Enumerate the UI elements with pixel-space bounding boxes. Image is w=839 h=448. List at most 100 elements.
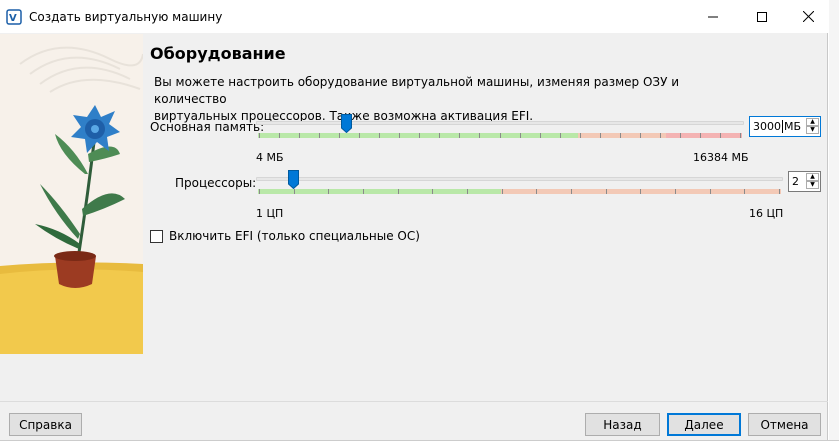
cpu-spin-buttons: ▲ ▼ — [806, 173, 819, 190]
memory-slider-tick — [359, 133, 360, 138]
memory-slider-tick — [439, 133, 440, 138]
back-button-label: Назад — [603, 417, 642, 432]
memory-slider-tick — [459, 133, 460, 138]
memory-slider-tick — [740, 133, 741, 138]
close-button[interactable] — [785, 0, 831, 33]
memory-slider-tick — [500, 133, 501, 138]
cpu-min-label: 1 ЦП — [256, 207, 284, 220]
memory-zone-bad — [666, 133, 742, 138]
cpu-slider-thumb[interactable] — [288, 170, 299, 189]
memory-slider-tick — [560, 133, 561, 138]
wizard-illustration — [0, 34, 143, 354]
memory-slider-tick — [600, 133, 601, 138]
memory-slider-tick — [259, 133, 260, 138]
cpu-slider-tick — [640, 189, 641, 194]
memory-slider-tick — [520, 133, 521, 138]
cancel-button-label: Отмена — [760, 417, 809, 432]
cpu-slider-tick — [744, 189, 745, 194]
memory-slider-tick — [279, 133, 280, 138]
efi-checkbox[interactable] — [150, 229, 163, 243]
cpu-slider-tick — [502, 189, 503, 194]
memory-slider-tick — [339, 133, 340, 138]
memory-slider-tick — [299, 133, 300, 138]
description-line-1: Вы можете настроить оборудование виртуал… — [154, 75, 680, 106]
footer-separator — [0, 401, 828, 402]
cpu-spinbox[interactable]: 2 ▲ ▼ — [788, 171, 821, 192]
close-icon — [802, 11, 814, 22]
cpu-slider-tick — [710, 189, 711, 194]
cpu-decrease-button[interactable]: ▼ — [806, 181, 819, 189]
memory-value-text[interactable]: 3000 МБ — [753, 120, 801, 133]
memory-slider-tick — [419, 133, 420, 138]
maximize-icon — [757, 11, 767, 22]
next-button[interactable]: Далее — [667, 413, 741, 436]
cpu-zone-warn — [501, 189, 781, 194]
back-button[interactable]: Назад — [585, 413, 660, 436]
memory-label: Основная память: — [150, 120, 265, 134]
memory-slider-tick — [479, 133, 480, 138]
memory-slider-tick — [540, 133, 541, 138]
cpu-slider-tick — [467, 189, 468, 194]
memory-slider-tick — [720, 133, 721, 138]
cpu-slider-tick — [536, 189, 537, 194]
memory-zone-warn — [578, 133, 666, 138]
title-bar: V Создать виртуальную машину — [0, 0, 828, 33]
efi-label[interactable]: Включить EFI (только специальные ОС) — [169, 229, 420, 243]
memory-spin-buttons: ▲ ▼ — [806, 118, 819, 135]
memory-slider-thumb[interactable] — [341, 114, 352, 133]
page-description: Вы можете настроить оборудование виртуал… — [154, 74, 754, 125]
cpu-slider-tick — [328, 189, 329, 194]
memory-slider-tick — [399, 133, 400, 138]
page-heading: Оборудование — [150, 44, 286, 63]
wizard-window: V Создать виртуальную машину Оборудовани… — [0, 0, 828, 448]
virtualbox-icon: V — [6, 8, 22, 25]
memory-slider-tick — [660, 133, 661, 138]
next-button-label: Далее — [684, 417, 724, 432]
maximize-button[interactable] — [739, 0, 785, 33]
cpu-label: Процессоры: — [175, 176, 257, 190]
cpu-increase-button[interactable]: ▲ — [806, 173, 819, 181]
minimize-button[interactable] — [690, 0, 736, 33]
help-button[interactable]: Справка — [9, 413, 82, 436]
memory-slider-tick — [580, 133, 581, 138]
memory-slider-tick — [379, 133, 380, 138]
cpu-slider-tick — [606, 189, 607, 194]
cpu-slider-tick — [363, 189, 364, 194]
cpu-slider-track — [256, 177, 783, 181]
memory-increase-button[interactable]: ▲ — [806, 118, 819, 126]
memory-slider-tick — [620, 133, 621, 138]
memory-slider-track — [256, 121, 744, 125]
memory-min-label: 4 МБ — [256, 151, 284, 164]
help-button-label: Справка — [19, 417, 72, 432]
memory-decrease-button[interactable]: ▼ — [806, 126, 819, 134]
memory-slider-tick — [640, 133, 641, 138]
memory-spinbox[interactable]: 3000 МБ ▲ ▼ — [749, 116, 821, 137]
arrow-up-icon: ▲ — [810, 173, 815, 180]
cpu-slider-tick — [432, 189, 433, 194]
efi-checkbox-row[interactable]: Включить EFI (только специальные ОС) — [150, 229, 420, 243]
arrow-down-icon: ▼ — [810, 126, 815, 133]
cpu-slider-tick — [675, 189, 676, 194]
memory-slider-tick — [680, 133, 681, 138]
cancel-button[interactable]: Отмена — [748, 413, 821, 436]
cpu-value[interactable]: 2 — [792, 175, 799, 188]
memory-value[interactable]: 3000 — [753, 120, 781, 133]
cpu-max-label: 16 ЦП — [749, 207, 784, 220]
cpu-slider-tick — [259, 189, 260, 194]
cpu-slider-tick — [294, 189, 295, 194]
cpu-slider-tick — [571, 189, 572, 194]
memory-zone-ok — [258, 133, 578, 138]
arrow-down-icon: ▼ — [810, 181, 815, 188]
memory-max-label: 16384 МБ — [693, 151, 749, 164]
cpu-slider-tick — [779, 189, 780, 194]
memory-unit: МБ — [784, 120, 802, 133]
cpu-slider-tick — [398, 189, 399, 194]
arrow-up-icon: ▲ — [810, 118, 815, 125]
memory-slider-tick — [319, 133, 320, 138]
memory-slider-tick — [700, 133, 701, 138]
minimize-icon — [708, 16, 718, 17]
background-window-edge — [829, 0, 839, 448]
background-window-bottom — [0, 440, 839, 448]
svg-text:V: V — [9, 13, 17, 24]
window-title: Создать виртуальную машину — [29, 9, 223, 24]
